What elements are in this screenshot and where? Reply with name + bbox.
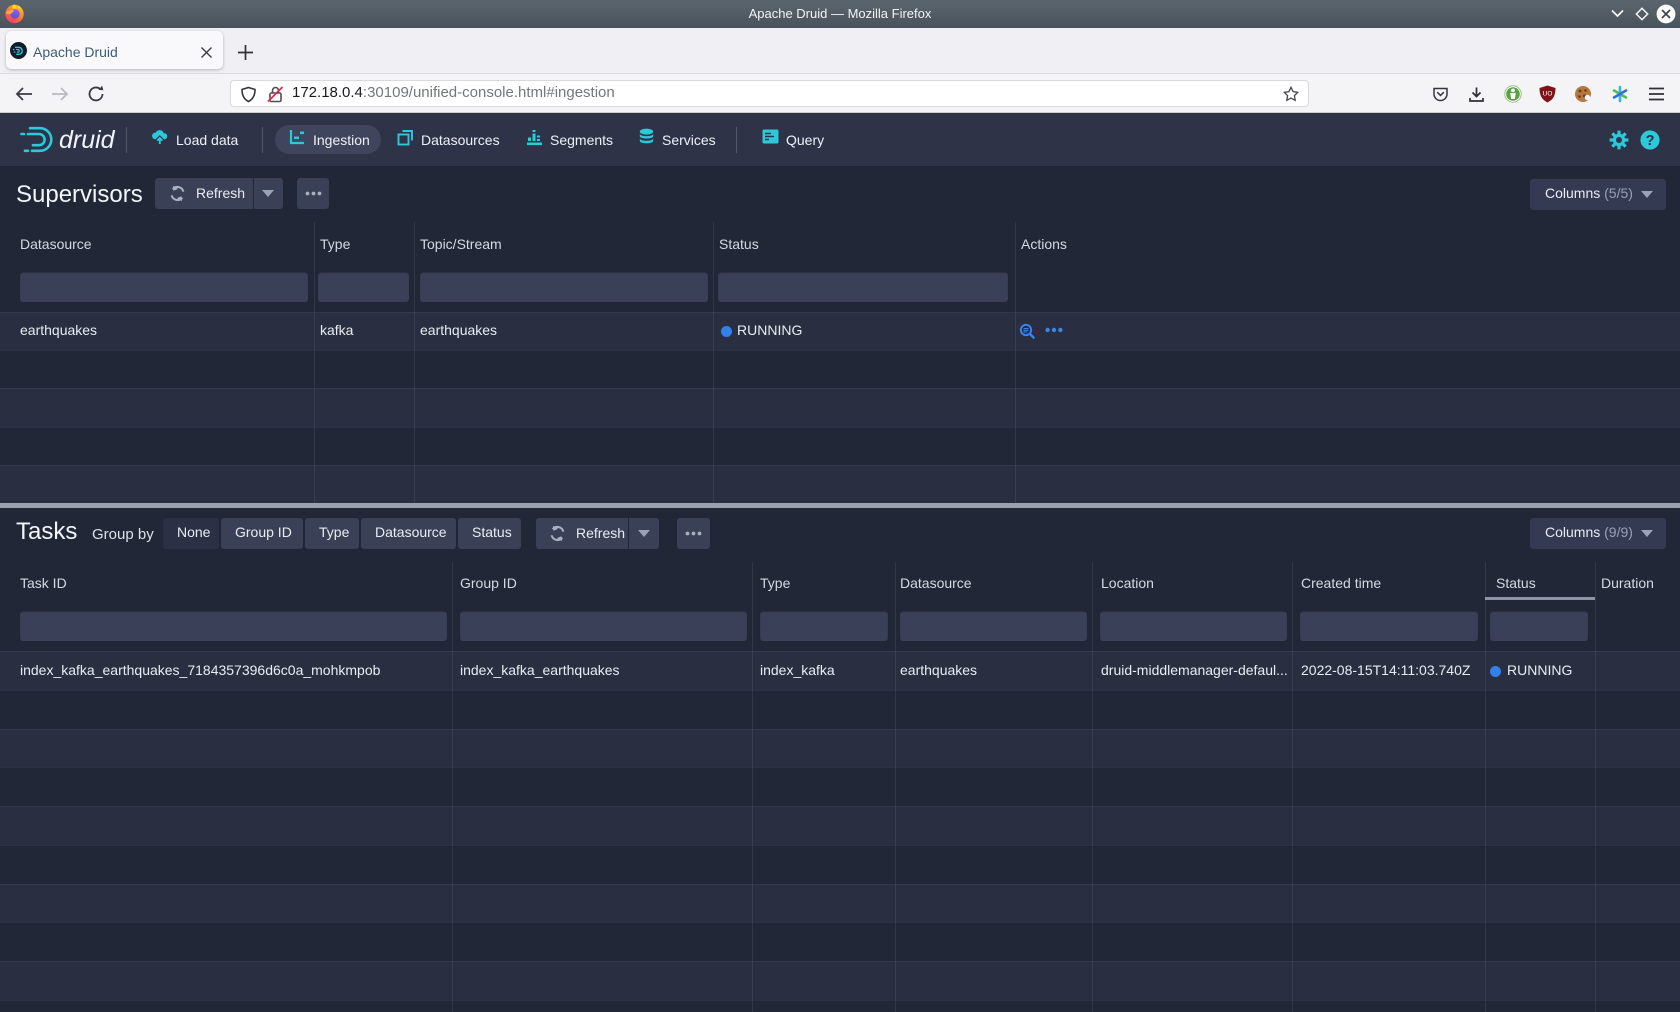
svg-text:?: ? [1646,133,1655,149]
svg-text:UO: UO [1543,91,1553,98]
